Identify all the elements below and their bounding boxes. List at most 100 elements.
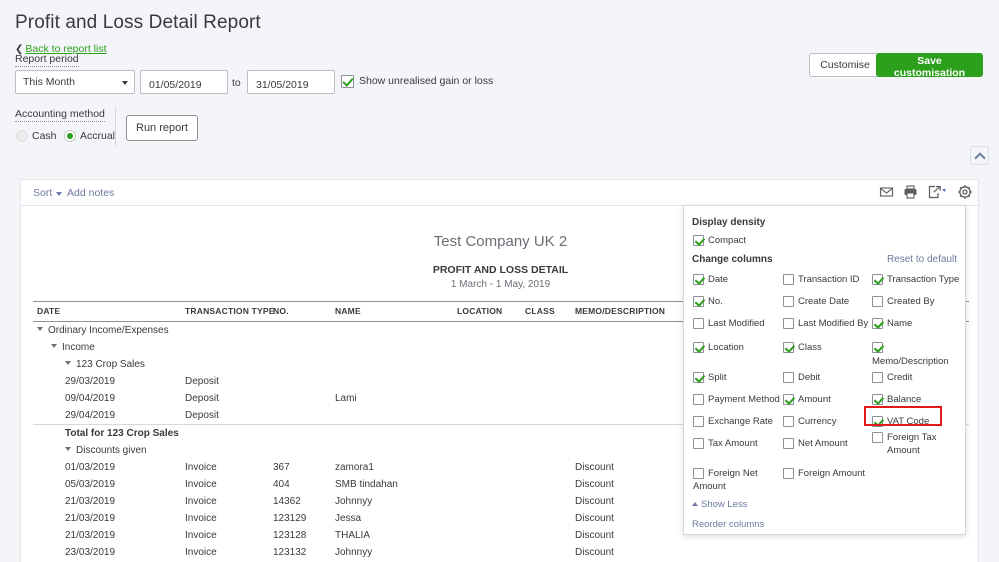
column-header-transaction-type: TRANSACTION TYPE	[181, 302, 269, 322]
cell-location	[453, 476, 521, 493]
cell-location	[453, 459, 521, 476]
cell-date: 09/04/2019	[33, 390, 181, 407]
group-label[interactable]: 123 Crop Sales	[33, 356, 181, 373]
cell-transaction-type: Invoice	[181, 476, 269, 493]
cell-name: THALIA	[331, 527, 453, 544]
group-label[interactable]: Discounts given	[33, 442, 181, 459]
cell-name: Lami	[331, 390, 453, 407]
checkbox-memo-description[interactable]	[872, 342, 883, 353]
checkbox-label-currency: Currency	[798, 416, 876, 427]
cell-transaction-type: Deposit	[181, 373, 269, 390]
cell-transaction-type: Invoice	[181, 527, 269, 544]
cell-date: 29/03/2019	[33, 373, 181, 390]
column-settings-panel: Display density Compact Change columns R…	[683, 205, 966, 535]
cell-memo: Discount	[571, 527, 701, 544]
checkbox-location[interactable]	[693, 342, 704, 353]
vertical-divider	[115, 107, 116, 147]
checkbox-class[interactable]	[783, 342, 794, 353]
envelope-icon[interactable]	[879, 184, 894, 200]
export-icon[interactable]	[927, 184, 948, 200]
checkbox-name[interactable]	[872, 318, 883, 329]
group-label[interactable]: Income	[33, 339, 181, 356]
checkbox-foreign-tax-amount[interactable]	[872, 432, 883, 443]
checkbox-label-foreign-tax-amount-2: Amount	[887, 445, 965, 456]
report-settings-bar: Profit and Loss Detail Report ❮Back to r…	[0, 0, 999, 155]
cell-class	[521, 544, 571, 561]
checkbox-created-by[interactable]	[872, 296, 883, 307]
checkbox-label-name: Name	[887, 318, 965, 329]
show-less-link[interactable]: Show Less	[692, 499, 747, 510]
checkbox-label-debit: Debit	[798, 372, 876, 383]
checkbox-label-date: Date	[708, 274, 786, 285]
caret-down-icon	[56, 192, 62, 196]
date-to-input[interactable]	[247, 70, 335, 94]
column-header-no: NO.	[269, 302, 331, 322]
checkbox-label-balance: Balance	[887, 394, 965, 405]
checkbox-transaction-id[interactable]	[783, 274, 794, 285]
cell-class	[521, 476, 571, 493]
checkbox-tax-amount[interactable]	[693, 438, 704, 449]
cell-location	[453, 373, 521, 390]
checkbox-last-modified-by[interactable]	[783, 318, 794, 329]
table-row[interactable]: 23/03/2019Invoice123132JohnnyyDiscount	[33, 544, 969, 561]
checkbox-balance[interactable]	[872, 394, 883, 405]
save-customisation-button[interactable]: Save customisation	[876, 53, 983, 77]
column-header-name: NAME	[331, 302, 453, 322]
add-notes-button[interactable]: Add notes	[67, 187, 114, 199]
report-action-icons	[879, 184, 972, 200]
checkbox-date[interactable]	[693, 274, 704, 285]
show-unrealised-label: Show unrealised gain or loss	[359, 75, 493, 87]
caret-up-icon	[692, 502, 698, 506]
reset-to-default-link[interactable]: Reset to default	[887, 254, 957, 265]
checkbox-credit[interactable]	[872, 372, 883, 383]
cell-memo	[571, 407, 701, 425]
reorder-columns-link[interactable]: Reorder columns	[692, 519, 764, 530]
cell-class	[521, 407, 571, 425]
checkbox-label-create-date: Create Date	[798, 296, 876, 307]
checkbox-last-modified[interactable]	[693, 318, 704, 329]
checkbox-label-location: Location	[708, 342, 786, 353]
cell-name: Johnnyy	[331, 493, 453, 510]
gear-icon[interactable]	[957, 184, 972, 200]
radio-accrual[interactable]	[64, 130, 76, 142]
checkbox-label-payment-method: Payment Method	[708, 394, 786, 405]
customise-button[interactable]: Customise	[809, 53, 881, 77]
checkbox-debit[interactable]	[783, 372, 794, 383]
checkbox-create-date[interactable]	[783, 296, 794, 307]
column-header-location: LOCATION	[453, 302, 521, 322]
cell-transaction-type: Invoice	[181, 544, 269, 561]
checkbox-payment-method[interactable]	[693, 394, 704, 405]
checkbox-label-last-modified-by: Last Modified By	[798, 318, 876, 329]
checkbox-split[interactable]	[693, 372, 704, 383]
report-period-select[interactable]: This Month	[15, 70, 135, 94]
checkbox-currency[interactable]	[783, 416, 794, 427]
show-unrealised-checkbox[interactable]	[341, 75, 354, 88]
sort-button[interactable]: Sort	[33, 187, 52, 199]
checkbox-no[interactable]	[693, 296, 704, 307]
cell-location	[453, 527, 521, 544]
cell-date: 21/03/2019	[33, 527, 181, 544]
chevron-up-icon[interactable]	[970, 146, 989, 165]
checkbox-foreign-amount[interactable]	[783, 468, 794, 479]
cell-memo: Discount	[571, 476, 701, 493]
date-from-input[interactable]	[140, 70, 228, 94]
cell-location	[453, 407, 521, 425]
checkbox-label-net-amount: Net Amount	[798, 438, 876, 449]
checkbox-vat-code[interactable]	[872, 416, 883, 427]
printer-icon[interactable]	[903, 184, 918, 200]
compact-checkbox[interactable]	[693, 235, 704, 246]
checkbox-transaction-type[interactable]	[872, 274, 883, 285]
checkbox-foreign-net-amount[interactable]	[693, 468, 704, 479]
radio-cash[interactable]	[16, 130, 28, 142]
checkbox-label-credit: Credit	[887, 372, 965, 383]
checkbox-amount[interactable]	[783, 394, 794, 405]
run-report-button[interactable]: Run report	[126, 115, 198, 141]
checkbox-exchange-rate[interactable]	[693, 416, 704, 427]
cell-date: 23/03/2019	[33, 544, 181, 561]
group-label[interactable]: Ordinary Income/Expenses	[33, 322, 181, 340]
page-title: Profit and Loss Detail Report	[15, 12, 261, 34]
checkbox-net-amount[interactable]	[783, 438, 794, 449]
cell-transaction-type: Deposit	[181, 390, 269, 407]
cell-no: 123128	[269, 527, 331, 544]
cell-date: 05/03/2019	[33, 476, 181, 493]
